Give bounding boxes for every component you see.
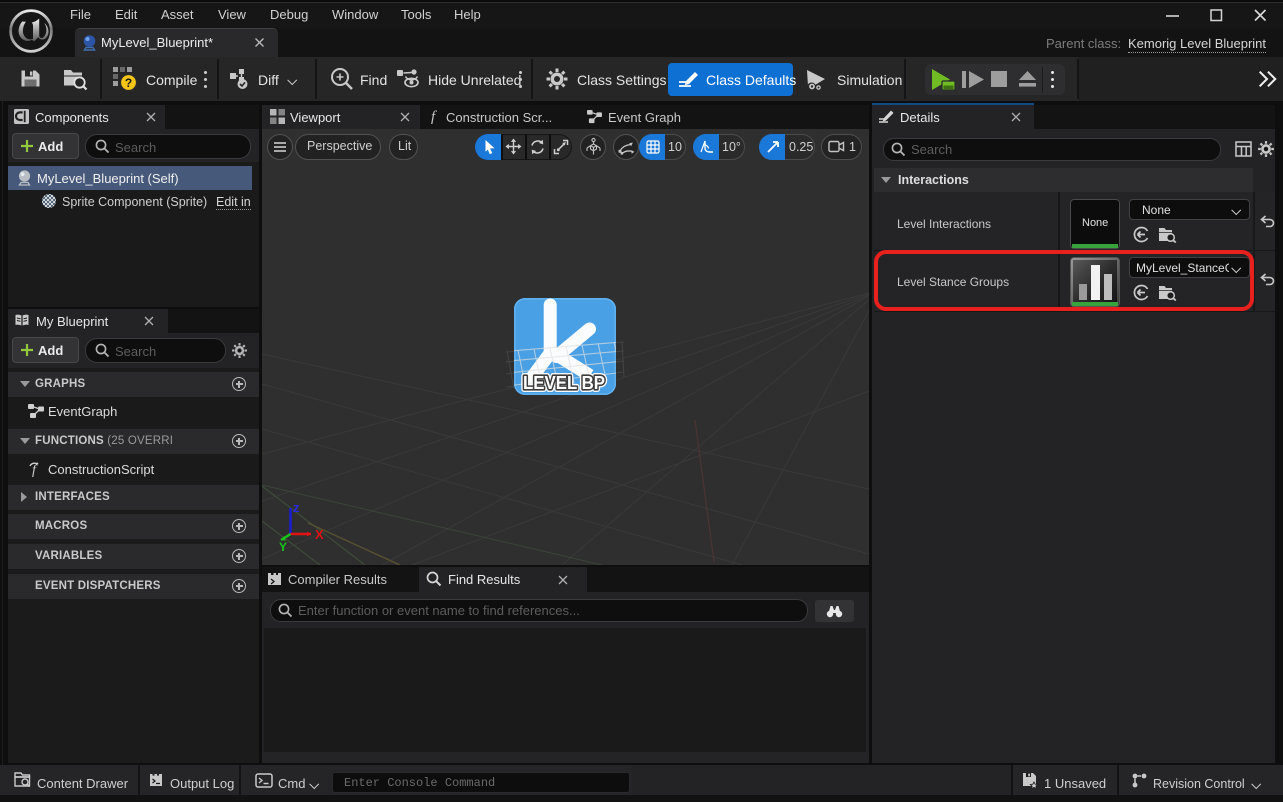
svg-text:?: ?	[125, 76, 132, 90]
svg-text:Y: Y	[279, 540, 287, 554]
svg-text:z: z	[293, 500, 300, 515]
svg-text:f: f	[32, 463, 38, 477]
svg-text:LEVEL BP: LEVEL BP	[523, 373, 605, 393]
svg-text:X: X	[315, 527, 324, 542]
